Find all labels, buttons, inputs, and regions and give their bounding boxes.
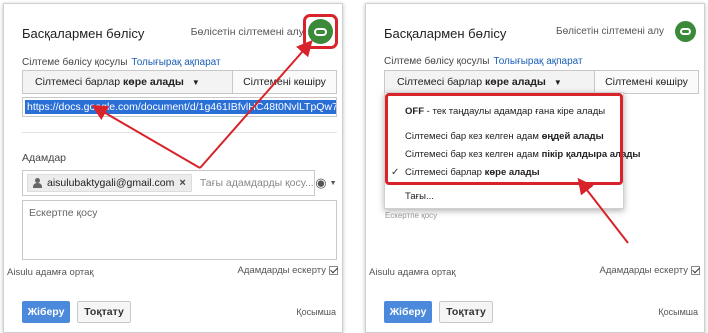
sharing-status-text: Сілтеме бөлісу қосулы (22, 57, 128, 68)
link-icon-button[interactable] (675, 21, 696, 42)
dialog-title: Басқалармен бөлісу (384, 26, 507, 41)
owner-text: Aisulu адамға ортақ (7, 267, 94, 278)
cancel-button[interactable]: Тоқтату (77, 301, 131, 323)
sharing-status: Сілтеме бөлісу қосулы Толығырақ ақпарат (22, 57, 221, 68)
share-dialog-right: Басқалармен бөлісу Бөлісетін сілтемені а… (365, 3, 705, 333)
notify-checkbox[interactable] (329, 266, 338, 275)
copy-link-button[interactable]: Сілтемені көшіру (232, 71, 336, 93)
send-button[interactable]: Жіберу (384, 301, 432, 323)
access-dropdown[interactable]: Сілтемесі барлар көре алады ▼ (385, 71, 594, 93)
send-button[interactable]: Жіберу (22, 301, 70, 323)
note-placeholder: Ескертпе қосу (29, 207, 98, 219)
eye-icon: ◉ (315, 175, 327, 190)
access-level: көре алады (485, 76, 546, 88)
get-link-label[interactable]: Бөлісетін сілтемені алу (191, 26, 304, 38)
url-text: https://docs.google.com/document/d/1g461… (25, 100, 336, 114)
url-field[interactable]: https://docs.google.com/document/d/1g461… (22, 97, 337, 117)
access-prefix: Сілтемесі барлар (35, 76, 121, 88)
get-link-label[interactable]: Бөлісетін сілтемені алу (556, 26, 664, 37)
more-info-link[interactable]: Толығырақ ақпарат (131, 57, 220, 68)
notify-label: Адамдарды ескерту (599, 265, 688, 276)
chip-email: aisulubaktygali@gmail.com (47, 177, 175, 189)
dialog-title: Басқалармен бөлісу (22, 26, 145, 41)
share-dialog-left: Басқалармен бөлісу Бөлісетін сілтемені а… (3, 3, 343, 333)
notify-toggle[interactable]: Адамдарды ескерту (600, 265, 700, 276)
sharing-status: Сілтеме бөлісу қосулы Толығырақ ақпарат (384, 56, 583, 67)
people-input[interactable]: aisulubaktygali@gmail.com × Тағы адамдар… (22, 170, 315, 196)
person-chip[interactable]: aisulubaktygali@gmail.com × (27, 174, 192, 192)
more-info-link[interactable]: Толығырақ ақпарат (493, 56, 582, 67)
people-row: aisulubaktygali@gmail.com × Тағы адамдар… (22, 170, 337, 196)
highlight-ring (303, 14, 338, 49)
access-dropdown[interactable]: Сілтемесі барлар көре алады ▼ (23, 71, 232, 93)
caret-down-icon: ▼ (191, 77, 200, 87)
advanced-link[interactable]: Қосымша (296, 307, 336, 317)
people-placeholder: Тағы адамдарды қосу... (199, 177, 314, 189)
note-field[interactable]: Ескертпе қосу (22, 200, 337, 260)
divider (22, 132, 337, 133)
permission-button[interactable]: ◉ ▼ (315, 170, 337, 196)
caret-down-icon: ▼ (329, 179, 337, 187)
access-prefix: Сілтемесі барлар (397, 76, 483, 88)
notify-label: Адамдарды ескерту (237, 265, 326, 276)
access-row: Сілтемесі барлар көре алады ▼ Сілтемені … (22, 70, 337, 94)
note-placeholder-behind: Ескертпе қосу (385, 211, 438, 220)
highlight-box (385, 93, 623, 185)
access-row: Сілтемесі барлар көре алады ▼ Сілтемені … (384, 70, 699, 94)
notify-checkbox[interactable] (691, 266, 700, 275)
menu-item-more[interactable]: Тағы... (405, 191, 434, 202)
access-level: көре алады (123, 76, 184, 88)
copy-link-button[interactable]: Сілтемені көшіру (594, 71, 698, 93)
person-icon (33, 178, 42, 188)
sharing-status-text: Сілтеме бөлісу қосулы (384, 56, 490, 67)
people-label: Адамдар (22, 152, 66, 164)
remove-chip-icon[interactable]: × (179, 177, 185, 189)
cancel-button[interactable]: Тоқтату (439, 301, 493, 323)
owner-text: Aisulu адамға ортақ (369, 267, 456, 278)
caret-down-icon: ▼ (553, 77, 562, 87)
advanced-link[interactable]: Қосымша (658, 307, 698, 317)
notify-toggle[interactable]: Адамдарды ескерту (238, 265, 338, 276)
link-icon (680, 28, 691, 35)
